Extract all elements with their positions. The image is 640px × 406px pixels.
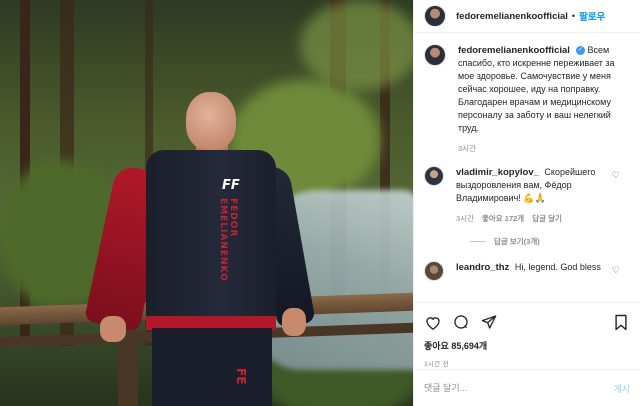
- comment-text: Hi, legend. God bless: [514, 262, 601, 272]
- caption-time[interactable]: 3시간: [458, 143, 476, 154]
- comment-likes[interactable]: 좋아요 172개: [482, 213, 524, 224]
- reply-button[interactable]: 답글 달기: [532, 213, 562, 224]
- commenter-avatar[interactable]: [424, 166, 444, 186]
- caption-username[interactable]: fedoremelianenkoofficial: [458, 45, 570, 56]
- post-time-ago[interactable]: 3시간 전: [424, 358, 630, 368]
- author-username[interactable]: fedoremelianenkoofficial: [456, 11, 568, 22]
- separator-dot: •: [571, 11, 576, 21]
- foliage: [300, 0, 413, 90]
- replies-divider: [470, 241, 486, 242]
- likes-count[interactable]: 좋아요 85,694개: [424, 339, 630, 352]
- comment-input[interactable]: [424, 383, 614, 393]
- comment-time[interactable]: 3시간: [456, 213, 474, 224]
- comment-text-block: leandro_thz Hi, legend. God bless: [456, 261, 630, 274]
- add-comment-bar: 게시: [414, 369, 640, 406]
- jacket-torso: [146, 150, 276, 325]
- comment-item: vladimir_kopylov_ Скорейшего выздоровлен…: [424, 166, 630, 224]
- post-side-panel: fedoremelianenkoofficial • 팔로우 fedoremel…: [413, 0, 640, 406]
- pants: [152, 328, 272, 406]
- author-avatar[interactable]: [424, 5, 446, 27]
- post-actions-section: 좋아요 85,694개 3시간 전: [414, 302, 640, 368]
- post-comment-button[interactable]: 게시: [613, 382, 630, 395]
- commenter-avatar[interactable]: [424, 261, 444, 281]
- comment-like-heart-icon[interactable]: ♡: [612, 265, 620, 276]
- post-header: fedoremelianenkoofficial • 팔로우: [414, 0, 640, 33]
- caption-avatar[interactable]: [424, 44, 446, 66]
- jacket-logo: FF: [222, 178, 240, 193]
- comments-list[interactable]: fedoremelianenkoofficial ✓ Всем спасибо, …: [414, 34, 640, 297]
- caption: fedoremelianenkoofficial ✓ Всем спасибо, …: [424, 44, 630, 154]
- caption-text-block: fedoremelianenkoofficial ✓ Всем спасибо, …: [458, 44, 630, 135]
- comment-icon[interactable]: [452, 313, 470, 331]
- comment-item: leandro_thz Hi, legend. God bless ♡: [424, 261, 630, 281]
- comment-like-heart-icon[interactable]: ♡: [612, 170, 620, 181]
- heart-icon[interactable]: [424, 313, 442, 331]
- jacket-text: FEDOR EMELIANENKO: [218, 198, 238, 282]
- comment-username[interactable]: vladimir_kopylov_: [456, 167, 539, 178]
- caption-text: Всем спасибо, кто искренне переживает за…: [458, 45, 615, 133]
- post-photo[interactable]: FF FEDOR EMELIANENKO FE: [0, 0, 413, 406]
- bookmark-icon[interactable]: [612, 313, 630, 331]
- share-icon[interactable]: [480, 313, 498, 331]
- pants-text: FE: [234, 368, 248, 385]
- follow-button[interactable]: 팔로우: [579, 9, 605, 23]
- view-replies-label: 답글 보기(3개): [494, 237, 540, 246]
- action-bar: [424, 311, 630, 333]
- instagram-post: FF FEDOR EMELIANENKO FE fedoremelianenko…: [0, 0, 640, 406]
- verified-badge-icon: ✓: [575, 46, 585, 56]
- hand-right: [282, 308, 306, 336]
- comment-text-block: vladimir_kopylov_ Скорейшего выздоровлен…: [456, 166, 630, 205]
- hand-left: [100, 316, 126, 342]
- head: [186, 92, 236, 150]
- person: FF FEDOR EMELIANENKO FE: [83, 88, 316, 406]
- view-replies-button[interactable]: 답글 보기(3개): [470, 236, 630, 247]
- comment-username[interactable]: leandro_thz: [456, 262, 509, 273]
